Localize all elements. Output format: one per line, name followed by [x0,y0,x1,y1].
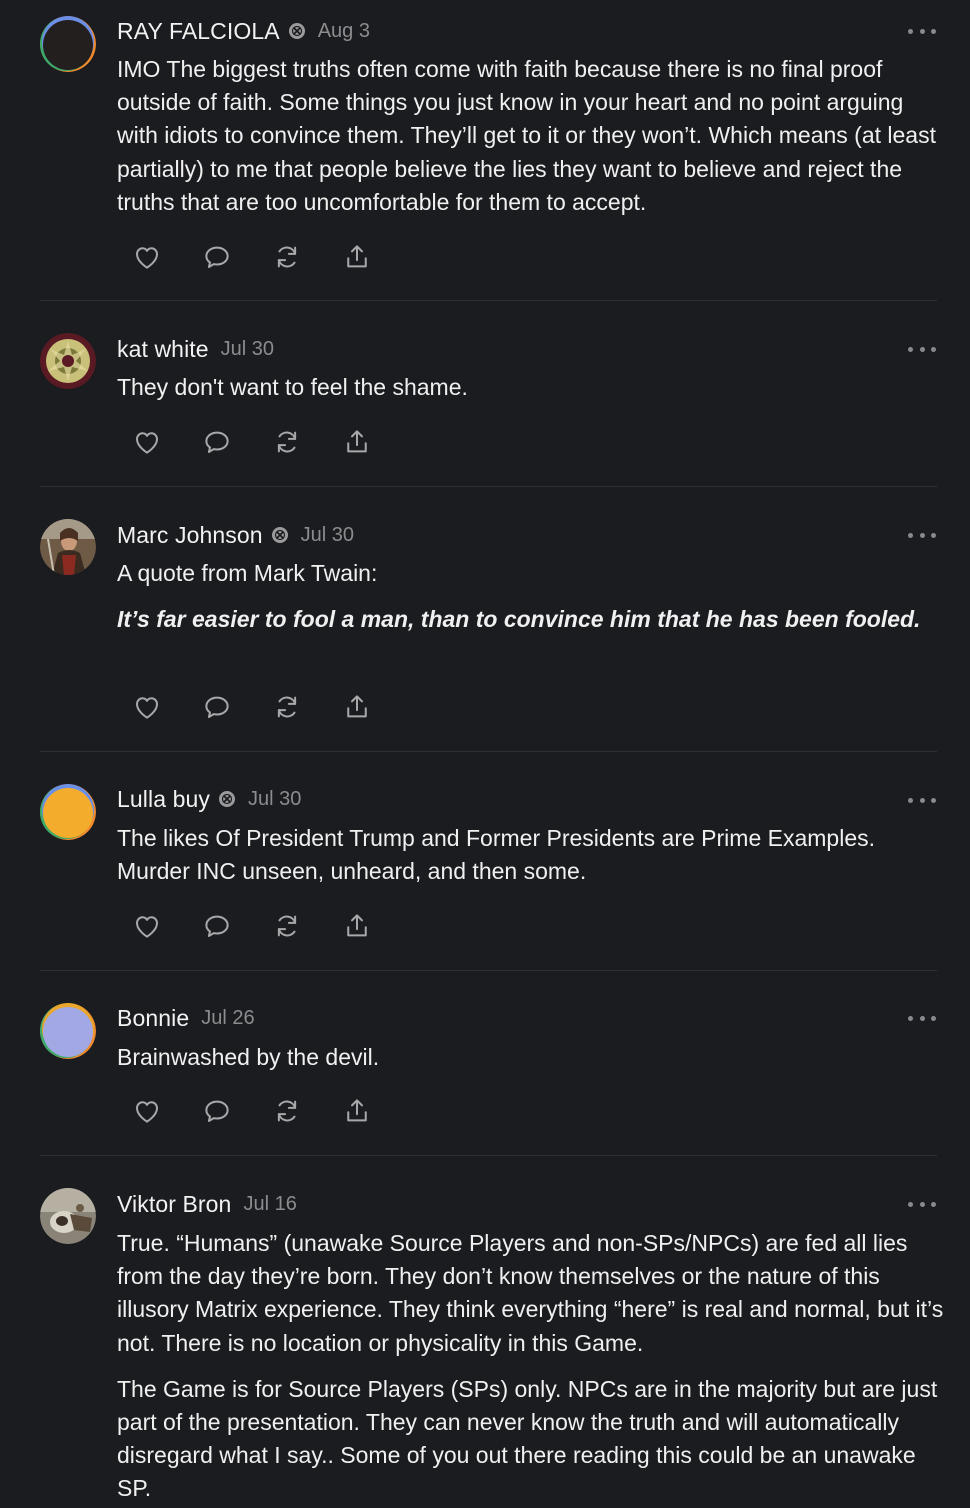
subscriber-badge-icon [218,791,235,807]
avatar[interactable] [40,16,96,72]
more-dots-icon[interactable] [908,1198,936,1210]
more-dots-icon[interactable] [908,343,936,355]
author-name[interactable]: kat white [117,336,209,363]
comment-actions [130,242,410,272]
divider [40,751,937,752]
comment-body: Brainwashed by the devil. [117,1041,947,1074]
comment-bubble-icon[interactable] [200,911,234,941]
more-dots-icon[interactable] [908,529,936,541]
heart-icon[interactable] [130,1096,164,1126]
restack-icon[interactable] [270,911,304,941]
avatar[interactable] [40,333,96,389]
avatar[interactable] [40,784,96,840]
heart-icon[interactable] [130,692,164,722]
author-name[interactable]: Viktor Bron [117,1191,231,1218]
more-dots-icon[interactable] [908,1012,936,1024]
author-name[interactable]: RAY FALCIOLA [117,18,280,45]
avatar[interactable] [40,1003,96,1059]
share-icon[interactable] [340,911,374,941]
subscriber-badge-icon [271,527,288,543]
comment-date: Aug 3 [317,19,370,42]
restack-icon[interactable] [270,427,304,457]
more-dots-icon[interactable] [908,25,936,37]
divider [40,1155,937,1156]
comment-body: True. “Humans” (unawake Source Players a… [117,1227,947,1506]
avatar[interactable] [40,519,96,575]
share-icon[interactable] [340,1096,374,1126]
comment-actions [130,692,410,722]
comment-date: Jul 30 [300,523,355,546]
share-icon[interactable] [340,692,374,722]
comment-quote: It’s far easier to fool a man, than to c… [117,606,921,633]
comment-body: A quote from Mark Twain: It’s far easier… [117,557,947,636]
divider [40,486,937,487]
comment-body: IMO The biggest truths often come with f… [117,53,947,219]
comment-actions [130,1096,410,1126]
comment-text: They don't want to feel the shame. [117,374,468,400]
comment-bubble-icon[interactable] [200,1096,234,1126]
comment-body: The likes Of President Trump and Former … [117,822,947,888]
comment-bubble-icon[interactable] [200,692,234,722]
author-name[interactable]: Lulla buy [117,786,210,813]
more-dots-icon[interactable] [908,794,936,806]
comment-text: The likes Of President Trump and Former … [117,825,876,885]
heart-icon[interactable] [130,427,164,457]
comment-text: Brainwashed by the devil. [117,1044,380,1070]
comment-body: They don't want to feel the shame. [117,371,947,404]
comment-date: Jul 26 [201,1006,255,1029]
comment-text: A quote from Mark Twain: [117,560,378,586]
comment-text: IMO The biggest truths often come with f… [117,56,936,215]
comment-bubble-icon[interactable] [200,242,234,272]
comment-actions [130,911,410,941]
author-name[interactable]: Marc Johnson [117,522,263,549]
author-name[interactable]: Bonnie [117,1005,189,1032]
comment-date: Jul 30 [220,337,275,360]
restack-icon[interactable] [270,1096,304,1126]
restack-icon[interactable] [270,242,304,272]
comment-date: Jul 16 [243,1192,297,1215]
share-icon[interactable] [340,242,374,272]
divider [40,300,937,301]
divider [40,970,937,971]
share-icon[interactable] [340,427,374,457]
comment-date: Jul 30 [247,787,302,810]
avatar[interactable] [40,1188,96,1244]
comment-bubble-icon[interactable] [200,427,234,457]
comment-text: The Game is for Source Players (SPs) onl… [117,1375,938,1502]
comment-text: True. “Humans” (unawake Source Players a… [117,1230,944,1356]
subscriber-badge-icon [288,23,305,39]
restack-icon[interactable] [270,692,304,722]
heart-icon[interactable] [130,911,164,941]
heart-icon[interactable] [130,242,164,272]
comment-actions [130,427,410,457]
